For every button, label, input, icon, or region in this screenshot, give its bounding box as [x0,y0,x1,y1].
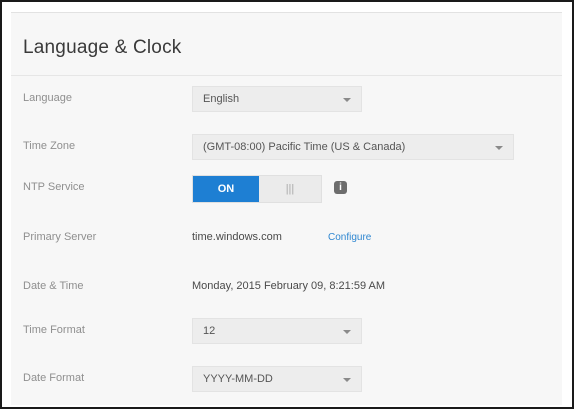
ntp-service-row: NTP Service ON ||| i [11,175,562,203]
date-format-row: Date Format YYYY-MM-DD [11,366,562,394]
time-format-label: Time Format [23,324,85,336]
info-icon[interactable]: i [334,181,347,194]
language-clock-panel: Language & Clock Language English Time Z… [11,12,562,405]
time-format-dropdown[interactable]: 12 [192,318,362,344]
date-time-value: Monday, 2015 February 09, 8:21:59 AM [192,280,386,292]
language-row: Language English [11,86,562,114]
language-label: Language [23,92,72,104]
language-value: English [203,93,240,105]
primary-server-row: Primary Server time.windows.com Configur… [11,225,562,253]
title-divider [11,75,562,76]
primary-server-value: time.windows.com [192,231,282,243]
date-format-value: YYYY-MM-DD [203,373,273,385]
date-format-dropdown[interactable]: YYYY-MM-DD [192,366,362,392]
date-time-label: Date & Time [23,280,84,292]
time-zone-dropdown[interactable]: (GMT-08:00) Pacific Time (US & Canada) [192,134,514,160]
time-format-row: Time Format 12 [11,318,562,346]
ntp-service-label: NTP Service [23,181,85,193]
date-format-label: Date Format [23,372,85,384]
settings-window: Language & Clock Language English Time Z… [0,0,574,409]
primary-server-label: Primary Server [23,231,97,243]
configure-link[interactable]: Configure [328,232,371,243]
section-title: Language & Clock [23,37,182,58]
toggle-off-segment[interactable]: ||| [259,176,321,202]
chevron-down-icon [343,330,351,334]
time-zone-value: (GMT-08:00) Pacific Time (US & Canada) [203,141,406,153]
date-time-row: Date & Time Monday, 2015 February 09, 8:… [11,274,562,302]
time-format-value: 12 [203,325,216,337]
chevron-down-icon [495,146,503,150]
chevron-down-icon [343,378,351,382]
chevron-down-icon [343,98,351,102]
language-dropdown[interactable]: English [192,86,362,112]
time-zone-label: Time Zone [23,140,76,152]
toggle-on-segment[interactable]: ON [193,176,259,202]
time-zone-row: Time Zone (GMT-08:00) Pacific Time (US &… [11,134,562,162]
ntp-service-toggle[interactable]: ON ||| [192,175,322,203]
